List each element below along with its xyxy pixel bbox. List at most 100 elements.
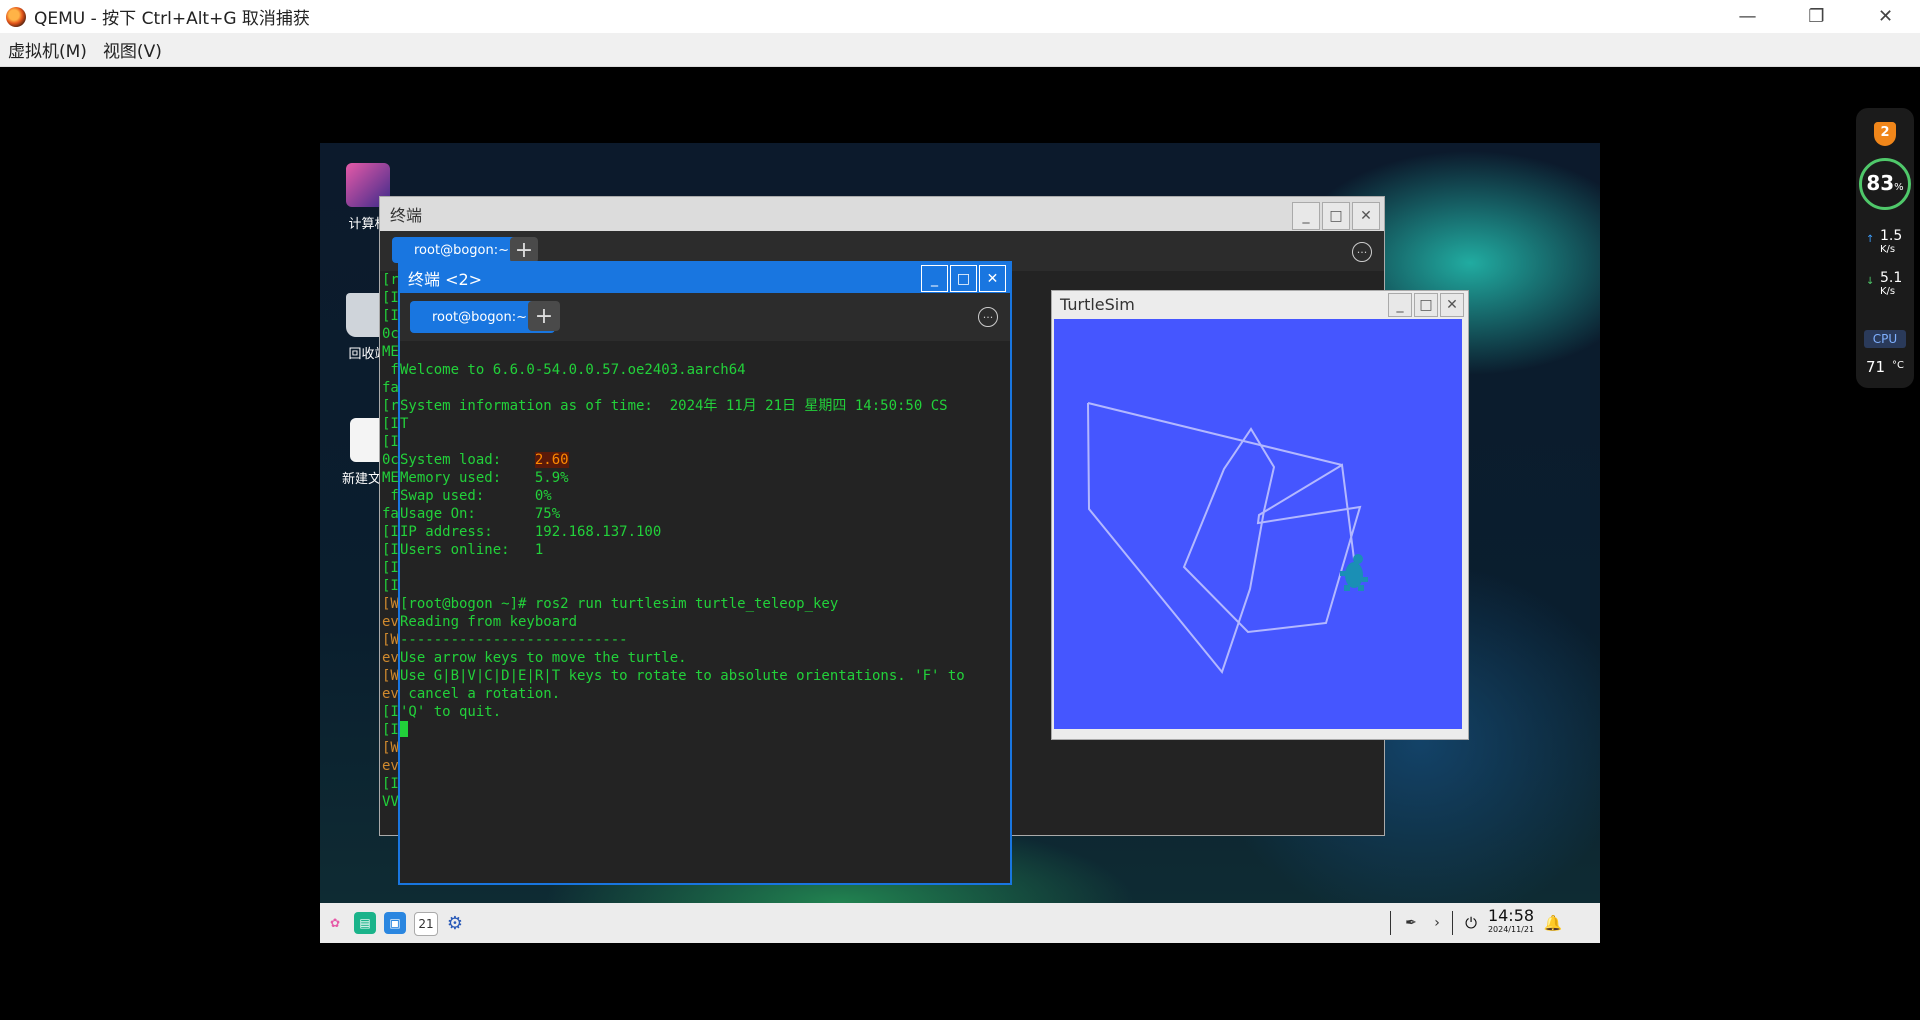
host-menubar: 虚拟机(M) 视图(V) — [0, 33, 1920, 67]
terminal-line: Welcome to 6.6.0-54.0.0.57.oe2403.aarch6… — [400, 362, 746, 378]
terminal-back-left-text: [r [I [I 0c ME f fa [r [I [I 0c ME f fa [I [I [I [I [W ev… — [382, 271, 399, 811]
close-button[interactable]: ✕ — [1851, 0, 1920, 33]
turtlesim-canvas — [1054, 319, 1462, 729]
menu-vm[interactable]: 虚拟机(M) — [8, 37, 87, 62]
turtlesim-title: TurtleSim — [1060, 294, 1135, 314]
download-unit: K/s — [1880, 286, 1896, 297]
terminal-line: [I — [382, 560, 399, 576]
terminal-line: ev — [382, 686, 399, 702]
turtle-path-svg — [1087, 402, 1368, 675]
terminal-line: Swap used: 0% — [400, 488, 552, 504]
turtlesim-window[interactable]: TurtleSim _ □ ✕ — [1051, 290, 1469, 740]
terminal-line: [I — [382, 542, 399, 558]
terminal-line: fa — [382, 380, 399, 396]
restore-button[interactable]: ❐ — [1782, 0, 1851, 33]
cpu-temp-unit: °C — [1892, 360, 1904, 371]
terminal-cursor — [400, 721, 408, 737]
terminal-line: [I — [382, 416, 399, 432]
close-button[interactable]: ✕ — [1440, 293, 1464, 317]
clock-date: 2024/11/21 — [1487, 925, 1535, 934]
qemu-app-icon — [6, 6, 26, 27]
terminal-line: VV — [382, 794, 399, 810]
upload-arrow-icon: ↑ — [1866, 234, 1875, 245]
turtlesim-titlebar[interactable]: TurtleSim _ □ ✕ — [1052, 291, 1468, 317]
settings-gear-icon[interactable]: ⚙ — [444, 912, 466, 934]
terminal-back-titlebar[interactable]: 终端 _ □ ✕ — [380, 197, 1384, 231]
new-tab-button[interactable]: + — [528, 301, 560, 331]
terminal-line: T — [400, 416, 409, 432]
chevron-right-icon[interactable]: › — [1426, 912, 1448, 934]
terminal-line: [W — [382, 596, 399, 612]
system-monitor-widget[interactable]: 2 83% ↑ 1.5 K/s ↓ 5.1 K/s CPU 71 °C — [1856, 108, 1914, 388]
terminal-line: [I — [382, 290, 399, 306]
minimize-button[interactable]: _ — [921, 265, 948, 292]
tab-label: root@bogon:~ — [414, 242, 509, 258]
cpu-temp: 71 — [1866, 358, 1886, 376]
terminal-front-output[interactable]: Welcome to 6.6.0-54.0.0.57.oe2403.aarch6… — [400, 343, 1010, 721]
pen-icon[interactable]: ✒ — [1400, 912, 1422, 934]
system-load-value: 2.60 — [534, 452, 569, 468]
taskbar-divider — [1452, 911, 1453, 935]
terminal-back-title: 终端 — [390, 206, 423, 225]
maximize-button[interactable]: □ — [1322, 202, 1350, 230]
turtle-path-segment — [1087, 402, 1343, 466]
terminal-line: [W — [382, 668, 399, 684]
shield-badge: 2 — [1880, 125, 1890, 140]
maximize-button[interactable]: □ — [950, 265, 977, 292]
calendar-icon[interactable]: 21 — [414, 912, 438, 936]
terminal-line: [root@bogon ~]# ros2 run turtlesim turtl… — [400, 596, 839, 612]
calendar-day: 21 — [418, 917, 434, 931]
terminal-line: Memory used: 5.9% — [400, 470, 569, 486]
terminal-line: cancel a rotation. — [400, 686, 561, 702]
terminal-line: Usage On: 75% — [400, 506, 561, 522]
clock-time: 14:58 — [1487, 906, 1535, 925]
terminal-line: ev — [382, 614, 399, 630]
minimize-button[interactable]: _ — [1388, 293, 1412, 317]
terminal-line: [r — [382, 398, 399, 414]
download-speed: 5.1 — [1880, 270, 1903, 286]
minimize-button[interactable]: _ — [1292, 202, 1320, 230]
more-options-icon[interactable]: ··· — [978, 307, 998, 327]
menu-view[interactable]: 视图(V) — [103, 37, 162, 62]
terminal-line: IP address: 192.168.137.100 — [400, 524, 662, 540]
close-button[interactable]: ✕ — [979, 265, 1006, 292]
taskbar-divider — [1390, 911, 1391, 935]
turtle-path — [1087, 402, 1362, 675]
terminal-window-front[interactable]: 终端 <2> _ □ ✕ root@bogon:~ × + ··· Welcom… — [398, 261, 1012, 885]
minimize-button[interactable]: — — [1713, 0, 1782, 33]
terminal-line: ME — [382, 470, 399, 486]
terminal-line: [W — [382, 740, 399, 756]
terminal-line: [I — [382, 722, 399, 738]
terminal-line: fa — [382, 506, 399, 522]
notification-bell-icon[interactable]: 🔔 — [1542, 912, 1564, 934]
terminal-line: System load: 2.60 — [400, 452, 569, 468]
upload-speed: 1.5 — [1880, 228, 1903, 244]
terminal-line: [I — [382, 524, 399, 540]
power-icon[interactable]: ⏻ — [1460, 912, 1482, 934]
terminal-line: [I — [382, 704, 399, 720]
security-shield-icon[interactable]: 2 — [1874, 122, 1896, 146]
new-tab-button[interactable]: + — [510, 237, 538, 263]
start-menu-icon[interactable]: ✿ — [324, 912, 346, 934]
maximize-button[interactable]: □ — [1414, 293, 1438, 317]
terminal-line: f — [382, 362, 399, 378]
terminal-line: [I — [382, 776, 399, 792]
taskbar: ✿ ▤ ▣ 21 ⚙ ✒ › ⏻ 14:58 2024/11/21 🔔 — [320, 903, 1600, 943]
terminal-line: --------------------------- — [400, 632, 628, 648]
taskbar-clock[interactable]: 14:58 2024/11/21 — [1486, 907, 1536, 935]
host-titlebar: QEMU - 按下 Ctrl+Alt+G 取消捕获 — ❐ ✕ — [0, 0, 1920, 33]
more-options-icon[interactable]: ··· — [1352, 242, 1372, 262]
terminal-line: [W — [382, 632, 399, 648]
terminal-line: 0c — [382, 326, 399, 342]
terminal-app-icon[interactable]: ▤ — [354, 912, 376, 934]
terminal-front-titlebar[interactable]: 终端 <2> _ □ ✕ — [400, 263, 1010, 293]
close-button[interactable]: ✕ — [1352, 202, 1380, 230]
file-manager-icon[interactable]: ▣ — [384, 912, 406, 934]
terminal-line: Reading from keyboard — [400, 614, 578, 630]
guest-desktop: 计算机 回收站 新建文本 终端 _ □ ✕ root@bogon:~ × + · — [320, 143, 1600, 943]
terminal-line: Use G|B|V|C|D|E|R|T keys to rotate to ab… — [400, 668, 965, 684]
terminal-line: ev — [382, 758, 399, 774]
